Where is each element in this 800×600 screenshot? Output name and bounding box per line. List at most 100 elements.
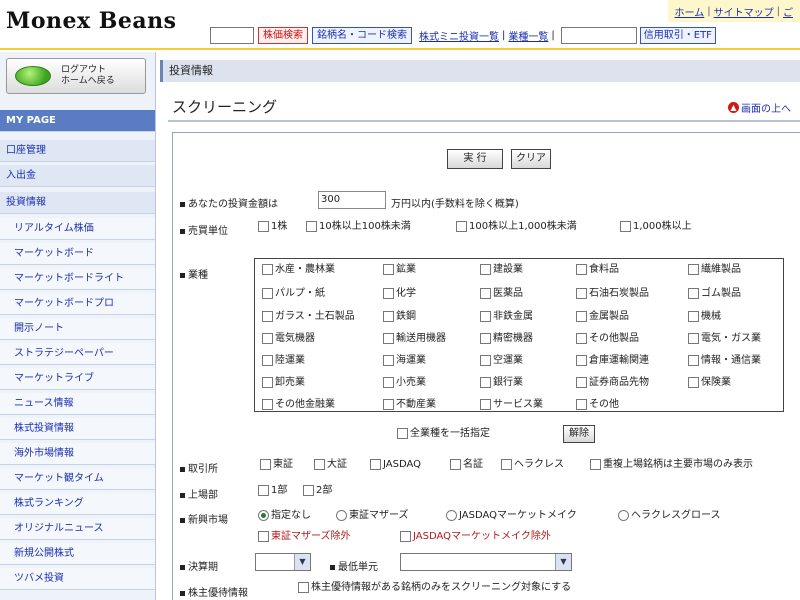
checkbox[interactable] [688, 263, 699, 275]
checkbox[interactable] [262, 376, 273, 388]
sidebar-item-15[interactable]: 株式ランキング [0, 493, 155, 515]
checkbox[interactable] [576, 263, 587, 275]
industry-option-0-2[interactable]: ガラス・土石製品 [262, 310, 355, 324]
volume-option-1[interactable]: 10株以上100株未満 [306, 220, 411, 234]
industry-option-0-0[interactable]: 水産・農林業 [262, 263, 335, 277]
checkbox[interactable] [576, 376, 587, 388]
checkbox[interactable] [383, 376, 394, 388]
checkbox[interactable] [400, 530, 411, 542]
industry-option-1-5[interactable]: 小売業 [383, 376, 426, 390]
sidebar-item-3[interactable]: 投資情報 [0, 192, 155, 214]
checkbox[interactable] [620, 220, 631, 232]
checkbox[interactable] [258, 484, 269, 496]
checkbox[interactable] [262, 287, 273, 299]
industry-option-2-4[interactable]: 空運業 [480, 354, 523, 368]
industry-option-4-3[interactable]: 電気・ガス業 [688, 332, 761, 346]
new-market-exclude-0[interactable]: 東証マザーズ除外 [258, 530, 351, 544]
industry-option-2-2[interactable]: 非鉄金属 [480, 310, 533, 324]
select-all-industries[interactable]: 全業種を一括指定 [397, 427, 490, 441]
checkbox[interactable] [397, 427, 408, 439]
settle-month-select[interactable]: ▼ [255, 553, 311, 571]
release-button[interactable]: 解除 [563, 425, 595, 443]
checkbox[interactable] [450, 458, 461, 470]
industry-option-4-1[interactable]: ゴム製品 [688, 287, 741, 301]
checkbox[interactable] [456, 220, 467, 232]
sidebar-item-12[interactable]: 株式投資情報 [0, 418, 155, 440]
market-option-1[interactable]: 大証 [314, 458, 347, 472]
checkbox[interactable] [370, 458, 381, 470]
sidebar-item-18[interactable]: ツバメ投資 [0, 568, 155, 590]
industry-option-4-4[interactable]: 情報・通信業 [688, 354, 761, 368]
industry-option-1-3[interactable]: 輸送用機器 [383, 332, 446, 346]
checkbox[interactable] [262, 398, 273, 410]
checkbox[interactable] [262, 354, 273, 366]
logo[interactable]: Monex Beans [6, 8, 177, 34]
checkbox[interactable] [480, 398, 491, 410]
checkbox[interactable] [383, 354, 394, 366]
industry-option-1-6[interactable]: 不動産業 [383, 398, 436, 412]
radio-button[interactable] [336, 509, 347, 521]
home-link[interactable]: ホーム [675, 4, 705, 19]
industry-option-2-0[interactable]: 建設業 [480, 263, 523, 277]
volume-option-0[interactable]: 1株 [258, 220, 287, 234]
volume-option-3[interactable]: 1,000株以上 [620, 220, 692, 234]
margin-etf-button[interactable]: 信用取引・ETF [639, 26, 716, 44]
checkbox[interactable] [262, 263, 273, 275]
volume-option-2[interactable]: 100株以上1,000株未満 [456, 220, 577, 234]
sidebar-item-6[interactable]: マーケットボードライト [0, 268, 155, 290]
industry-option-2-1[interactable]: 医薬品 [480, 287, 523, 301]
checkbox[interactable] [383, 310, 394, 322]
industry-option-1-4[interactable]: 海運業 [383, 354, 426, 368]
industry-option-1-2[interactable]: 鉄鋼 [383, 310, 416, 324]
new-market-radio-3[interactable]: ヘラクレスグロース [618, 509, 721, 523]
industry-option-0-4[interactable]: 陸運業 [262, 354, 305, 368]
sidebar-item-10[interactable]: マーケットライブ [0, 368, 155, 390]
checkbox[interactable] [480, 263, 491, 275]
industry-option-2-3[interactable]: 精密機器 [480, 332, 533, 346]
radio-button[interactable] [258, 509, 269, 521]
checkbox[interactable] [383, 263, 394, 275]
industry-option-0-3[interactable]: 電気機器 [262, 332, 315, 346]
industry-option-0-1[interactable]: パルプ・紙 [262, 287, 325, 301]
industry-option-4-2[interactable]: 機械 [688, 310, 721, 324]
name-code-search-button[interactable]: 銘柄名・コード検索 [312, 26, 412, 44]
market-option-4[interactable]: ヘラクレス [501, 458, 564, 472]
sidebar-item-2[interactable]: 入出金 [0, 165, 155, 187]
mini-stock-list-link[interactable]: 株式ミニ投資一覧 [419, 28, 499, 43]
radio-button[interactable] [618, 509, 629, 521]
checkbox[interactable] [576, 354, 587, 366]
checkbox[interactable] [262, 332, 273, 344]
checkbox[interactable] [303, 484, 314, 496]
checkbox[interactable] [480, 376, 491, 388]
checkbox[interactable] [383, 287, 394, 299]
logout-button[interactable]: ログアウト ホームへ戻る [6, 58, 146, 94]
sidebar-item-16[interactable]: オリジナルニュース [0, 518, 155, 540]
industry-option-3-3[interactable]: その他製品 [576, 332, 639, 346]
industry-option-1-0[interactable]: 鉱業 [383, 263, 416, 277]
industry-option-1-1[interactable]: 化学 [383, 287, 416, 301]
new-market-radio-1[interactable]: 東証マザーズ [336, 509, 409, 523]
industry-option-0-6[interactable]: その他金融業 [262, 398, 335, 412]
checkbox[interactable] [314, 458, 325, 470]
sidebar-item-17[interactable]: 新規公開株式 [0, 543, 155, 565]
sitemap-link[interactable]: サイトマップ [714, 4, 774, 19]
market-option-2[interactable]: JASDAQ [370, 458, 421, 472]
stock-price-search-button[interactable]: 株価検索 [258, 26, 308, 44]
checkbox[interactable] [383, 332, 394, 344]
checkbox[interactable] [576, 287, 587, 299]
industry-list-link[interactable]: 業種一覧 [508, 28, 548, 43]
industry-option-3-4[interactable]: 倉庫運輸関連 [576, 354, 649, 368]
section-option-1[interactable]: 2部 [303, 484, 332, 498]
industry-option-2-5[interactable]: 銀行業 [480, 376, 523, 390]
checkbox[interactable] [590, 458, 601, 470]
industry-option-3-0[interactable]: 食料品 [576, 263, 619, 277]
checkbox[interactable] [383, 398, 394, 410]
checkbox[interactable] [576, 310, 587, 322]
checkbox[interactable] [576, 332, 587, 344]
industry-option-3-1[interactable]: 石油石炭製品 [576, 287, 649, 301]
industry-option-3-6[interactable]: その他 [576, 398, 619, 412]
new-market-exclude-1[interactable]: JASDAQマーケットメイク除外 [400, 530, 551, 544]
checkbox[interactable] [306, 220, 317, 232]
market-option-5[interactable]: 重複上場銘柄は主要市場のみ表示 [590, 458, 753, 472]
industry-option-4-5[interactable]: 保険業 [688, 376, 731, 390]
